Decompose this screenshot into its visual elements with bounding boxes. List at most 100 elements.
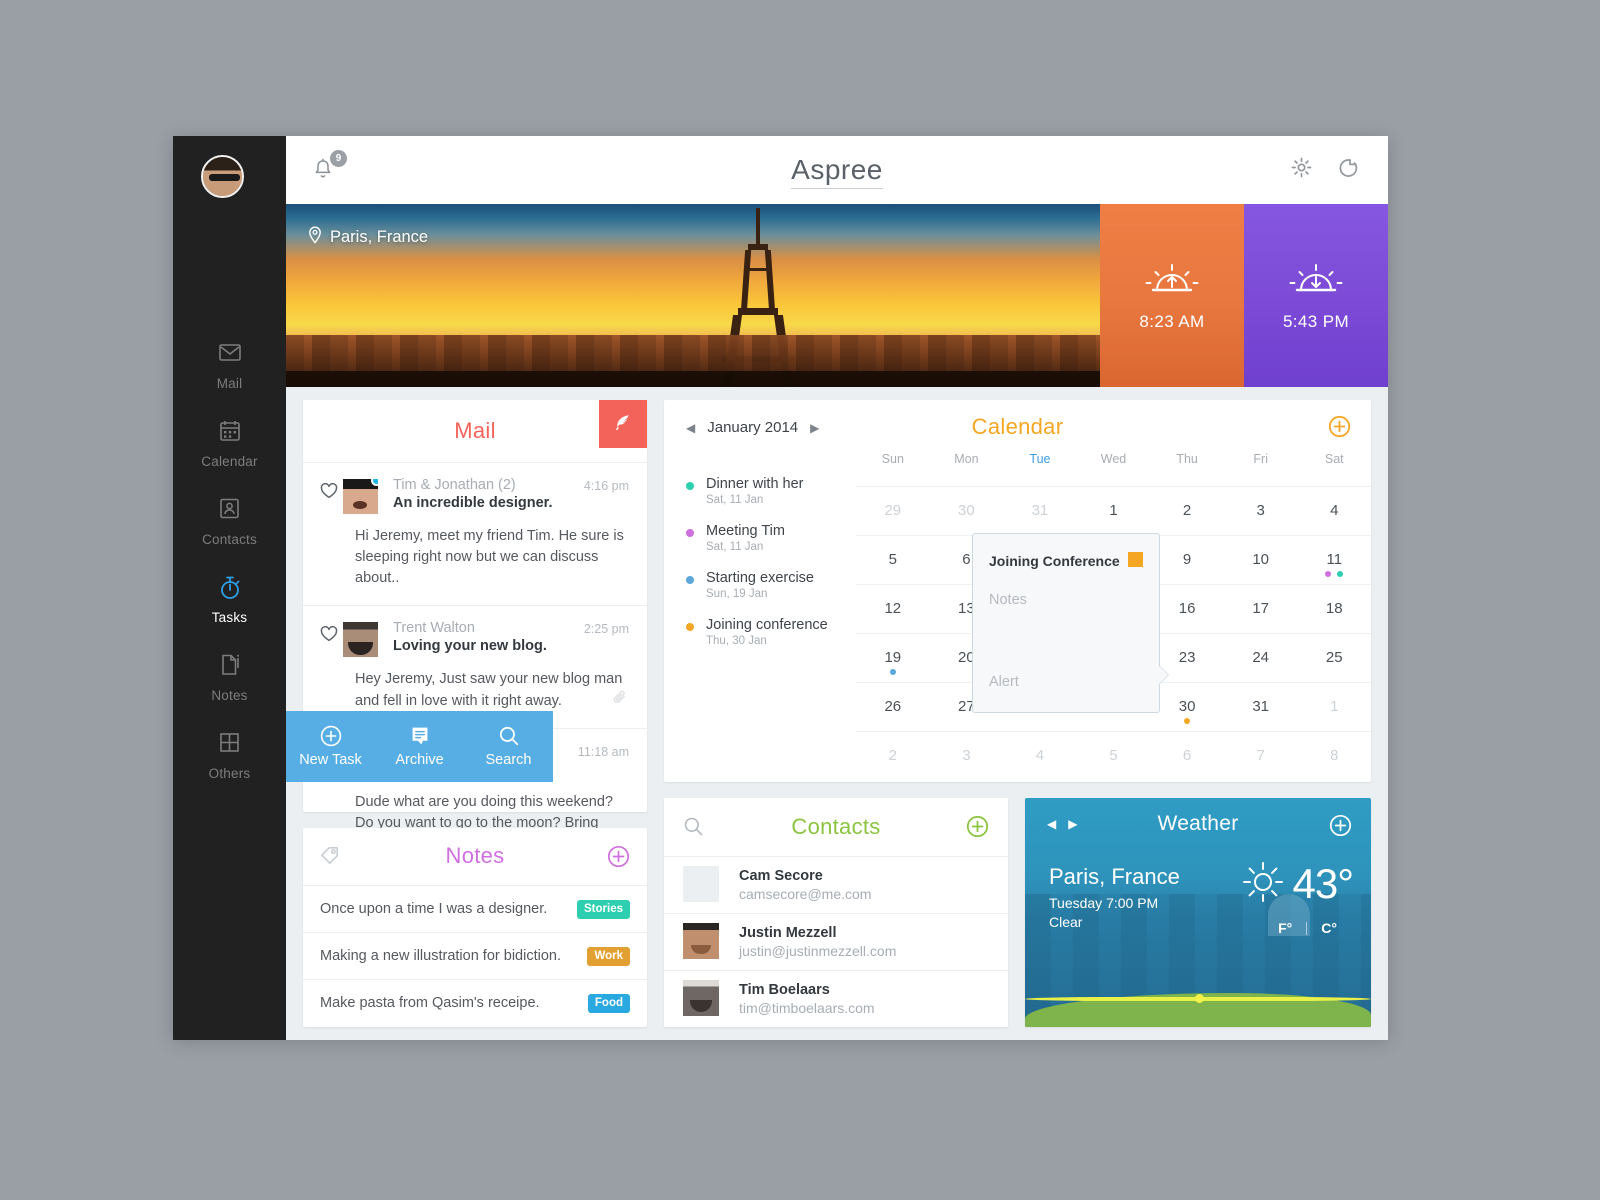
avatar[interactable] [201,155,244,198]
plus-circle-icon[interactable] [607,845,630,873]
mail-row[interactable]: Trent Walton Loving your new blog. 2:25 … [303,605,647,727]
calendar-day-cell[interactable]: 24 [1224,634,1298,682]
sidebar-item-contacts[interactable]: Contacts [173,497,286,575]
calendar-day-cell[interactable]: 31 [1003,487,1077,535]
calendar-day-cell[interactable]: 3 [930,732,1004,781]
calendar-day-cell[interactable]: 17 [1224,585,1298,633]
sidebar-item-others[interactable]: Others [173,731,286,809]
calendar-day-cell[interactable]: 4 [1003,732,1077,781]
new-task-button[interactable]: New Task [286,725,375,768]
calendar-day-cell[interactable]: 16 [1150,585,1224,633]
calendar-day-cell[interactable]: 2 [856,732,930,781]
calendar-day-cell[interactable]: 4 [1297,487,1371,535]
hero-location-label: Paris, France [330,228,429,246]
list-item[interactable]: Meeting Tim Sat, 11 Jan [686,523,856,553]
dow-mon: Mon [954,452,979,466]
popup-color-swatch[interactable] [1128,552,1143,567]
list-item[interactable]: Tim Boelaars tim@timboelaars.com [664,970,1008,1027]
calendar-day-cell[interactable]: 2 [1150,487,1224,535]
calendar-day-cell[interactable]: 8 [1297,732,1371,781]
calendar-day-cell[interactable]: 11 [1297,536,1371,584]
calendar-day-cell[interactable]: 31 [1224,683,1298,731]
list-item[interactable]: Make pasta from Qasim's receipe. Food [303,979,647,1026]
list-item[interactable]: Cam Secore camsecore@me.com [664,856,1008,913]
sunrise-icon [1100,262,1244,302]
heart-outline-icon[interactable] [320,626,338,647]
calendar-day-cell[interactable]: 7 [1224,732,1298,781]
calendar-day-cell[interactable]: 12 [856,585,930,633]
popup-notes-field[interactable]: Notes [989,592,1027,608]
sidebar-item-mail[interactable]: Mail [173,341,286,419]
avatar [343,479,378,514]
list-item[interactable]: Joining conference Thu, 30 Jan [686,617,856,647]
heart-outline-icon[interactable] [320,482,338,504]
calendar-day-cell[interactable]: 29 [856,487,930,535]
mail-title: Mail [454,418,496,443]
weather-condition: Clear [1049,914,1083,930]
unit-fahrenheit[interactable]: F° [1278,920,1292,936]
calendar-day-cell[interactable]: 6 [1150,732,1224,781]
popup-alert-field[interactable]: Alert [989,674,1019,690]
avatar-sunglasses [209,174,240,181]
status-badge[interactable]: Stories [577,899,630,919]
note-text: Make pasta from Qasim's receipe. [320,995,540,1011]
note-text: Once upon a time I was a designer. [320,901,548,917]
plus-circle-icon[interactable] [1329,814,1352,842]
calendar-week-row: 29 30 31 1 2 3 4 [856,487,1371,536]
calendar-day-number: 26 [884,698,902,715]
calendar-day-cell[interactable]: 5 [856,536,930,584]
calendar-day-cell[interactable]: 30 [930,487,1004,535]
calendar-day-number: 31 [1031,502,1049,519]
list-item[interactable]: Once upon a time I was a designer. Stori… [303,885,647,932]
event-color-dot [686,482,694,490]
weather-header: ◀ ▶ Weather [1025,798,1371,852]
forecast-marker[interactable] [1195,994,1204,1003]
calendar-day-number: 7 [1256,747,1265,764]
calendar-day-cell[interactable]: 5 [1077,732,1151,781]
logout-icon[interactable] [1338,157,1360,183]
calendar-day-cell[interactable]: 26 [856,683,930,731]
sidebar-item-calendar[interactable]: Calendar [173,419,286,497]
plus-circle-icon[interactable] [1328,415,1351,443]
list-item[interactable]: Starting exercise Sun, 19 Jan [686,570,856,600]
contact-name: Tim Boelaars [739,982,830,998]
list-item[interactable]: Making a new illustration for bidiction.… [303,932,647,979]
sidebar-item-notes[interactable]: Notes [173,653,286,731]
calendar-day-cell[interactable]: 10 [1224,536,1298,584]
gear-icon[interactable] [1291,157,1312,183]
calendar-day-number: 18 [1325,600,1343,617]
calendar-day-cell[interactable]: 18 [1297,585,1371,633]
calendar-day-cell[interactable]: 19 [856,634,930,682]
plus-circle-icon[interactable] [966,815,989,843]
event-name: Joining conference [706,617,828,633]
calendar-day-cell[interactable]: 1 [1077,487,1151,535]
calendar-day-number: 17 [1252,600,1270,617]
compose-button[interactable] [599,400,647,448]
paperclip-icon[interactable] [611,689,629,712]
calendar-day-cell[interactable]: 9 [1150,536,1224,584]
event-date: Sun, 19 Jan [706,588,768,600]
archive-button[interactable]: Archive [375,725,464,768]
list-item[interactable]: Justin Mezzell justin@justinmezzell.com [664,913,1008,970]
unit-celsius[interactable]: C° [1321,920,1337,936]
calendar-day-cell[interactable]: 1 [1297,683,1371,731]
archive-icon [375,725,464,749]
event-date: Sat, 11 Jan [706,541,764,553]
status-badge[interactable]: Work [587,946,630,966]
header-actions [1291,157,1360,183]
mail-row[interactable]: Tim & Jonathan (2) An incredible designe… [303,462,647,605]
calendar-day-cell[interactable]: 25 [1297,634,1371,682]
dow-sun: Sun [881,452,904,466]
mail-subject: Loving your new blog. [393,638,547,655]
calendar-day-number: 2 [888,747,897,764]
calendar-day-cell[interactable]: 30 [1150,683,1224,731]
calendar-day-number: 5 [1109,747,1118,764]
calendar-day-number: 9 [1182,551,1192,568]
sidebar-item-tasks[interactable]: Tasks [173,575,286,653]
calendar-day-cell[interactable]: 3 [1224,487,1298,535]
calendar-day-number: 10 [1252,551,1270,568]
status-badge[interactable]: Food [587,993,630,1013]
search-button[interactable]: Search [464,725,553,768]
weather-title: Weather [1157,812,1239,835]
list-item[interactable]: Dinner with her Sat, 11 Jan [686,476,856,506]
